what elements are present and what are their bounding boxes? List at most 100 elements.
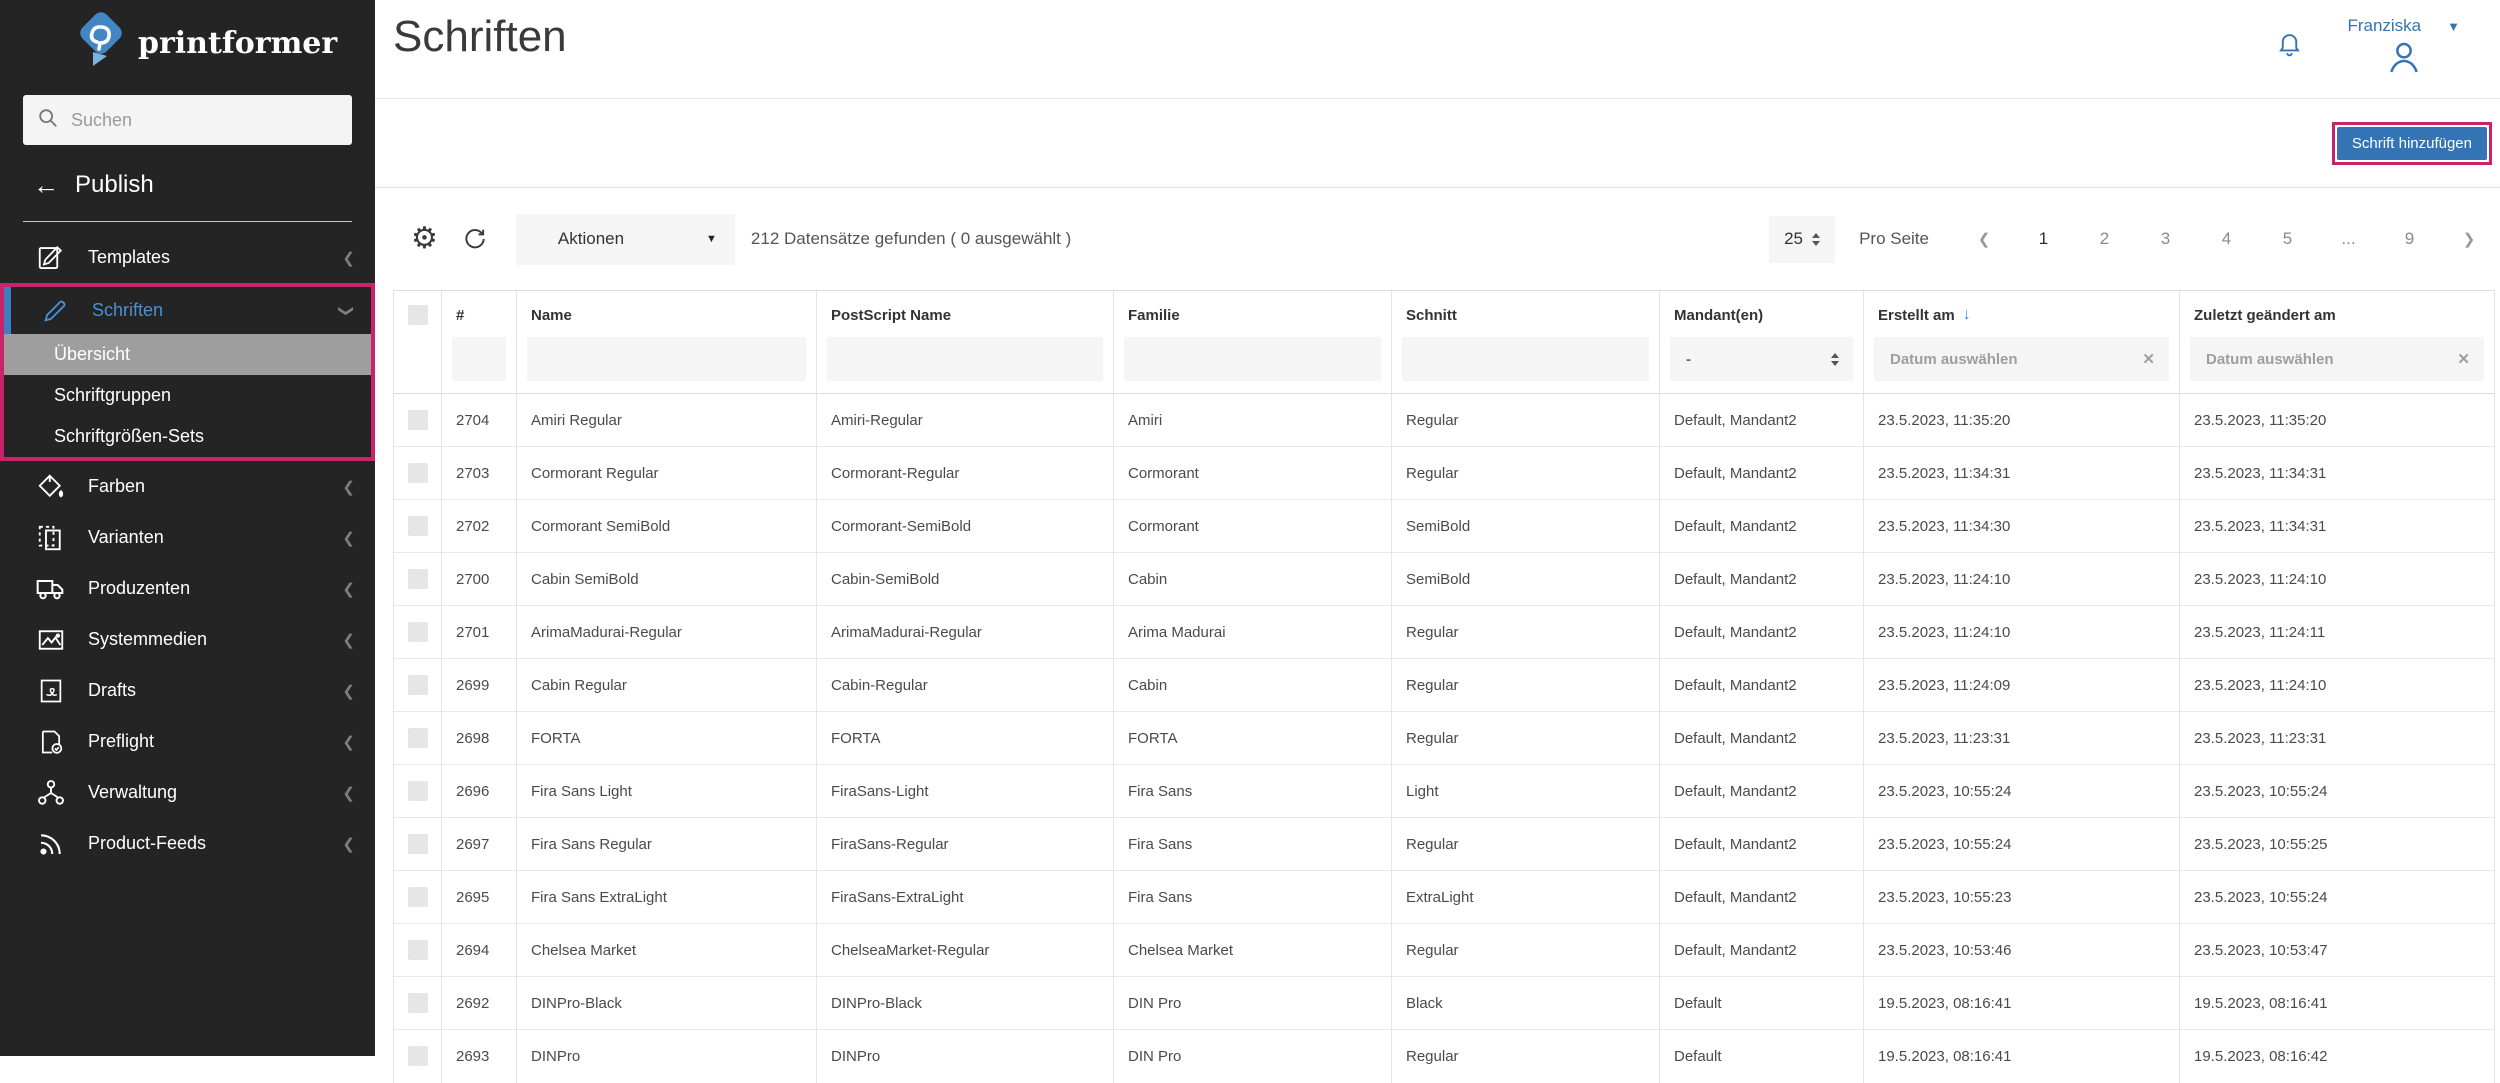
table-toolbar: ⚙ Aktionen ▼ 212 Datensätze gefunden ( 0… <box>375 188 2500 290</box>
filter-name-input[interactable] <box>527 337 806 381</box>
filter-familie-input[interactable] <box>1124 337 1381 381</box>
add-font-button[interactable]: Schrift hinzufügen <box>2337 127 2487 160</box>
filter-erstellt-date[interactable]: Datum auswählen ✕ <box>1874 337 2169 381</box>
cell-schnitt: SemiBold <box>1392 553 1660 606</box>
pagination-page-1[interactable]: 1 <box>2013 229 2074 249</box>
table-row: 2700Cabin SemiBoldCabin-SemiBoldCabinSem… <box>394 553 2495 606</box>
clear-date-icon[interactable]: ✕ <box>2142 350 2155 368</box>
page-header: Schriften Franziska ▼ <box>375 0 2500 99</box>
table-body: 2704Amiri RegularAmiri-RegularAmiriRegul… <box>394 394 2495 1083</box>
sidebar-item-templates[interactable]: Templates ❮ <box>0 232 375 283</box>
sidebar-item-produzenten[interactable]: Produzenten ❮ <box>0 563 375 614</box>
row-select-cell <box>394 606 442 659</box>
refresh-icon[interactable] <box>462 226 488 252</box>
templates-icon <box>34 243 68 273</box>
chevron-left-icon: ❮ <box>342 631 355 649</box>
row-checkbox[interactable] <box>408 463 428 483</box>
sidebar-item-schriften[interactable]: Schriften ❮ <box>4 287 371 334</box>
pagination-next-icon[interactable]: ❯ <box>2440 230 2498 248</box>
pagination-page-3[interactable]: 3 <box>2135 229 2196 249</box>
sidebar-item-product-feeds[interactable]: Product-Feeds ❮ <box>0 818 375 869</box>
cell-erstellt-am: 23.5.2023, 11:24:10 <box>1864 553 2180 606</box>
sidebar-subitem-schriftgruppen[interactable]: Schriftgruppen <box>4 375 371 416</box>
cell-erstellt-am: 23.5.2023, 11:24:09 <box>1864 659 2180 712</box>
sidebar-subitem-uebersicht[interactable]: Übersicht <box>4 334 371 375</box>
search-icon <box>37 107 59 134</box>
row-checkbox[interactable] <box>408 675 428 695</box>
per-page-select[interactable]: 25 <box>1769 216 1835 263</box>
sidebar-item-drafts[interactable]: Drafts ❮ <box>0 665 375 716</box>
cell-id: 2693 <box>442 1030 517 1083</box>
cell-id: 2697 <box>442 818 517 871</box>
cell-mandanten: Default, Mandant2 <box>1660 606 1864 659</box>
notifications-bell-icon[interactable] <box>2276 30 2303 62</box>
sidebar-item-verwaltung[interactable]: Verwaltung ❮ <box>0 767 375 818</box>
settings-gear-icon[interactable]: ⚙ <box>411 224 438 254</box>
actions-dropdown[interactable]: Aktionen ▼ <box>516 214 735 265</box>
back-arrow-icon: ← <box>33 172 59 198</box>
cell-mandanten: Default, Mandant2 <box>1660 500 1864 553</box>
chevron-left-icon: ❮ <box>342 733 355 751</box>
pagination-page-2[interactable]: 2 <box>2074 229 2135 249</box>
pagination-prev-icon[interactable]: ❮ <box>1955 230 2013 248</box>
sidebar-item-varianten[interactable]: Varianten ❮ <box>0 512 375 563</box>
sidebar-item-preflight[interactable]: Preflight ❮ <box>0 716 375 767</box>
row-checkbox[interactable] <box>408 516 428 536</box>
cell-zuletzt-geaendert: 23.5.2023, 10:55:24 <box>2180 871 2495 924</box>
cell-familie: Amiri <box>1114 394 1392 447</box>
row-select-cell <box>394 924 442 977</box>
pagination-page-5[interactable]: 5 <box>2257 229 2318 249</box>
user-menu[interactable]: Franziska ▼ <box>2347 16 2460 81</box>
cell-erstellt-am: 23.5.2023, 11:24:10 <box>1864 606 2180 659</box>
back-to-publish[interactable]: ← Publish <box>0 145 375 199</box>
sidebar-item-systemmedien[interactable]: Systemmedien ❮ <box>0 614 375 665</box>
row-checkbox[interactable] <box>408 569 428 589</box>
table-row: 2697Fira Sans RegularFiraSans-RegularFir… <box>394 818 2495 871</box>
cell-schnitt: Regular <box>1392 924 1660 977</box>
row-checkbox[interactable] <box>408 993 428 1013</box>
pagination-page-4[interactable]: 4 <box>2196 229 2257 249</box>
cell-familie: Fira Sans <box>1114 765 1392 818</box>
search-input[interactable] <box>71 110 338 131</box>
table-row: 2695Fira Sans ExtraLightFiraSans-ExtraLi… <box>394 871 2495 924</box>
filter-mandant-select[interactable]: - <box>1670 337 1853 381</box>
sidebar-subitem-schriftgroessen-sets[interactable]: Schriftgrößen-Sets <box>4 416 371 457</box>
chevron-down-icon: ❮ <box>336 304 354 317</box>
cell-familie: Chelsea Market <box>1114 924 1392 977</box>
table-row: 2701ArimaMadurai-RegularArimaMadurai-Reg… <box>394 606 2495 659</box>
cell-erstellt-am: 23.5.2023, 10:55:23 <box>1864 871 2180 924</box>
dropdown-caret-icon: ▼ <box>706 233 717 245</box>
sidebar-item-farben[interactable]: Farben ❮ <box>0 461 375 512</box>
filter-id-input[interactable] <box>452 337 506 381</box>
cell-zuletzt-geaendert: 23.5.2023, 10:53:47 <box>2180 924 2495 977</box>
row-checkbox[interactable] <box>408 781 428 801</box>
cell-id: 2696 <box>442 765 517 818</box>
row-checkbox[interactable] <box>408 1046 428 1066</box>
subitem-label: Schriftgrößen-Sets <box>54 426 204 447</box>
image-icon <box>34 625 68 655</box>
row-checkbox[interactable] <box>408 940 428 960</box>
printformer-logo-icon <box>76 12 126 75</box>
clear-date-icon[interactable]: ✕ <box>2457 350 2470 368</box>
column-id: # <box>442 291 517 394</box>
cell-erstellt-am: 23.5.2023, 11:23:31 <box>1864 712 2180 765</box>
pagination-page-9[interactable]: 9 <box>2379 229 2440 249</box>
row-checkbox[interactable] <box>408 410 428 430</box>
cell-erstellt-am: 19.5.2023, 08:16:41 <box>1864 977 2180 1030</box>
cell-schnitt: Regular <box>1392 1030 1660 1083</box>
cell-postscript: FiraSans-Regular <box>817 818 1114 871</box>
row-select-cell <box>394 818 442 871</box>
logo[interactable]: printformer <box>0 0 375 75</box>
select-all-checkbox[interactable] <box>408 305 428 325</box>
results-count-text: 212 Datensätze gefunden ( 0 ausgewählt ) <box>751 229 1071 249</box>
filter-postscript-input[interactable] <box>827 337 1103 381</box>
filter-schnitt-input[interactable] <box>1402 337 1649 381</box>
row-checkbox[interactable] <box>408 728 428 748</box>
row-checkbox[interactable] <box>408 622 428 642</box>
row-checkbox[interactable] <box>408 834 428 854</box>
filter-geaendert-date[interactable]: Datum auswählen ✕ <box>2190 337 2484 381</box>
cell-familie: DIN Pro <box>1114 1030 1392 1083</box>
row-checkbox[interactable] <box>408 887 428 907</box>
column-erstellt-am[interactable]: Erstellt am ↓ Datum auswählen ✕ <box>1864 291 2180 394</box>
column-zuletzt-geaendert[interactable]: Zuletzt geändert am Datum auswählen ✕ <box>2180 291 2495 394</box>
